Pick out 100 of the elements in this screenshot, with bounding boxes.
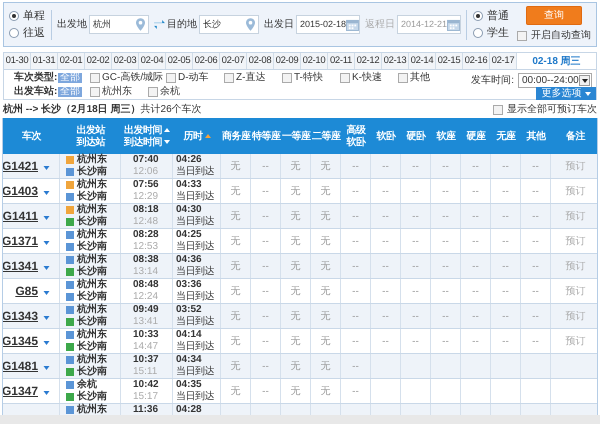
seat-availability: -- [412, 310, 419, 324]
checkbox[interactable] [148, 86, 158, 96]
date-tab[interactable]: 02-08 [247, 53, 274, 69]
seat-availability: -- [532, 334, 539, 348]
arrival-time: 15:11 [133, 366, 158, 378]
radio-button[interactable] [9, 11, 19, 21]
date-tab[interactable]: 02-07 [220, 53, 247, 69]
date-tab[interactable]: 02-14 [409, 53, 436, 69]
caret-icon[interactable] [43, 316, 50, 320]
dropdown-value[interactable]: 00:00--24:00 [522, 76, 579, 86]
checkbox-label[interactable]: 杭州东 [102, 86, 132, 96]
more-options-button[interactable]: 更多选项 [536, 87, 596, 100]
checkbox[interactable] [398, 72, 408, 82]
seat-availability: -- [442, 184, 449, 198]
checkbox[interactable] [90, 72, 100, 82]
seat-availability: -- [382, 234, 389, 248]
train-number-link[interactable]: G85 [15, 282, 38, 300]
sort-icon[interactable] [164, 140, 170, 144]
caret-icon[interactable] [43, 291, 50, 295]
seat-availability: -- [502, 310, 509, 324]
seat-availability: -- [412, 334, 419, 348]
caret-icon[interactable] [43, 191, 50, 195]
calendar-icon [346, 18, 360, 30]
duration: 04:35 [176, 379, 202, 390]
radio-label[interactable]: 单程 [23, 10, 45, 22]
train-number-link[interactable]: G1411 [3, 207, 38, 225]
caret-icon[interactable] [43, 216, 50, 220]
checkbox[interactable] [517, 30, 527, 40]
station-name: 长沙南 [77, 191, 107, 203]
radio-button[interactable] [473, 11, 483, 21]
seat-availability: -- [442, 210, 449, 224]
seat-availability: -- [502, 210, 509, 224]
checkbox[interactable] [493, 104, 503, 114]
date-tab[interactable]: 01-30 [4, 53, 31, 69]
caret-icon[interactable] [584, 92, 590, 96]
date-tab[interactable]: 02-04 [139, 53, 166, 69]
checkbox[interactable] [340, 72, 350, 82]
date-tab[interactable]: 02-11 [328, 53, 355, 69]
date-tab[interactable]: 02-13 [382, 53, 409, 69]
dropdown-caret-icon[interactable] [579, 75, 590, 86]
checkbox-label[interactable]: GC-高铁/城际 [102, 72, 164, 82]
caret-icon[interactable] [43, 341, 50, 345]
date-tab[interactable]: 02-16 [463, 53, 490, 69]
caret-icon[interactable] [43, 366, 50, 370]
caret-icon[interactable] [43, 391, 50, 395]
station-name: 杭州东 [77, 279, 107, 290]
date-field[interactable]: 2015-02-18 [296, 15, 360, 34]
caret-icon[interactable] [43, 166, 50, 170]
radio-button[interactable] [473, 28, 483, 38]
column-header: 到达时间 [124, 136, 162, 148]
duration: 04:30 [176, 204, 202, 216]
radio-label[interactable]: 往返 [23, 28, 45, 38]
date-tab[interactable]: 02-05 [166, 53, 193, 69]
checkbox[interactable] [224, 72, 234, 82]
swap-icon[interactable] [154, 20, 165, 29]
date-tab[interactable]: 02-18 周三 [517, 53, 596, 69]
seat-availability: -- [412, 160, 419, 174]
date-tab[interactable]: 01-31 [31, 53, 58, 69]
location-field[interactable]: 杭州 [89, 15, 149, 34]
seat-availability: -- [442, 260, 449, 274]
date-tab[interactable]: 02-10 [301, 53, 328, 69]
date-tab[interactable]: 02-09 [274, 53, 301, 69]
location-pin-icon [136, 18, 145, 31]
seat-availability: -- [352, 334, 359, 348]
sort-icon[interactable] [164, 128, 170, 132]
date-tab[interactable]: 02-06 [193, 53, 220, 69]
checkbox[interactable] [90, 86, 100, 96]
checkbox-label[interactable]: 余杭 [160, 86, 180, 96]
time-dropdown[interactable]: 00:00--24:00 [518, 73, 592, 88]
radio-label[interactable]: 普通 [487, 10, 509, 22]
checkbox-label[interactable]: K-快速 [352, 72, 382, 82]
checkbox-label[interactable]: 其他 [410, 72, 430, 82]
location-field[interactable]: 长沙 [199, 15, 259, 34]
caret-icon[interactable] [43, 241, 50, 245]
column-header: 高级 [346, 124, 366, 136]
column-header: 软卧 [346, 136, 366, 148]
station-name: 杭州东 [77, 204, 107, 216]
seat-availability: -- [472, 234, 479, 248]
checkbox-label[interactable]: D-动车 [178, 72, 209, 82]
checkbox-label[interactable]: 开启自动查询 [531, 28, 591, 43]
seat-availability: -- [352, 310, 359, 324]
date-tab[interactable]: 02-02 [85, 53, 112, 69]
seat-availability: -- [442, 160, 449, 174]
checkbox-label[interactable]: Z-直达 [236, 72, 266, 82]
radio-button[interactable] [9, 28, 19, 38]
seat-availability: 无 [230, 260, 240, 274]
caret-icon[interactable] [43, 266, 50, 270]
date-tab[interactable]: 02-03 [112, 53, 139, 69]
date-tab[interactable]: 02-12 [355, 53, 382, 69]
seat-availability: 无 [320, 360, 330, 374]
date-tab[interactable]: 02-01 [58, 53, 85, 69]
checkbox[interactable] [282, 72, 292, 82]
checkbox-label[interactable]: T-特快 [294, 72, 323, 82]
departure-time: 10:37 [133, 354, 160, 366]
arrival-time: 14:47 [133, 341, 160, 353]
checkbox-label[interactable]: 显示全部可预订车次 [507, 102, 597, 117]
duration: 04:34 [176, 354, 202, 366]
checkbox[interactable] [166, 72, 176, 82]
radio-label[interactable]: 学生 [487, 28, 509, 38]
date-tab[interactable]: 02-15 [436, 53, 463, 69]
